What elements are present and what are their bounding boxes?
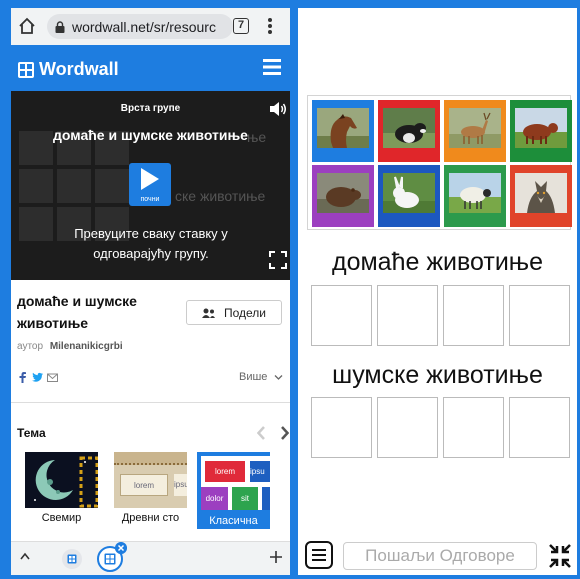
theme-card-classic[interactable]: lorem ipsu dolor sit Класична xyxy=(197,452,270,529)
cow-image xyxy=(515,108,567,148)
space-thumbnail xyxy=(25,452,98,508)
logo-mark-icon xyxy=(18,61,34,78)
drop-slot[interactable] xyxy=(311,397,372,458)
activity-player: ње ске животиње Врста групе домаће и шум… xyxy=(11,91,290,280)
theme-card-label: Древни сто xyxy=(121,512,180,524)
group-heading-domestic: домаће животиње xyxy=(331,248,543,276)
submit-answers-button[interactable]: Пошаљи Одговоре xyxy=(343,542,537,570)
theme-heading: Тема xyxy=(17,426,46,440)
game-footer: Пошаљи Одговоре xyxy=(298,536,577,575)
ancient-thumbnail: lorem ipsu xyxy=(114,452,187,508)
drop-slot[interactable] xyxy=(443,285,504,346)
hamburger-menu-icon[interactable] xyxy=(263,59,281,75)
animal-tile-dog[interactable] xyxy=(378,100,440,162)
exit-fullscreen-icon[interactable] xyxy=(546,542,574,570)
animal-tile-wolf[interactable] xyxy=(510,165,572,227)
activity-info: домаће и шумске животиње Подели аутор Mi… xyxy=(11,280,290,406)
fullscreen-icon[interactable] xyxy=(269,251,287,269)
address-bar[interactable]: wordwall.net/sr/resourc xyxy=(47,14,233,39)
drop-slot[interactable] xyxy=(509,397,570,458)
divider xyxy=(11,402,290,403)
twitter-icon[interactable] xyxy=(32,372,43,383)
game-screen: домаће животиње шумске животиње Пошаљи О… xyxy=(298,8,577,575)
drop-slot[interactable] xyxy=(377,285,438,346)
chevron-right-icon[interactable] xyxy=(281,426,289,440)
tab-count-button[interactable]: 7 xyxy=(233,18,249,34)
player-title: домаће и шумске животиње xyxy=(53,127,248,143)
group-heading-forest: шумске животиње xyxy=(332,361,543,389)
wolf-image xyxy=(515,173,567,213)
author-name[interactable]: Milenanikicgrbi xyxy=(50,341,123,352)
theme-card-label: Класична xyxy=(209,515,258,527)
caret-up-icon[interactable] xyxy=(20,552,30,560)
card-text: ipsu xyxy=(250,461,270,482)
start-button[interactable]: почни xyxy=(129,163,171,206)
play-icon xyxy=(141,168,159,190)
drop-slot[interactable] xyxy=(311,285,372,346)
more-dropdown[interactable]: Више xyxy=(239,371,283,383)
author-prefix: аутор xyxy=(17,341,44,352)
plus-icon[interactable] xyxy=(269,550,283,564)
share-users-icon xyxy=(201,308,215,318)
email-icon[interactable] xyxy=(47,372,58,383)
card-text: lorem xyxy=(120,474,168,496)
animal-tile-bear[interactable] xyxy=(312,165,374,227)
drop-slot[interactable] xyxy=(377,397,438,458)
rabbit-image xyxy=(383,173,435,213)
theme-card-ancient[interactable]: lorem ipsu Древни сто xyxy=(114,452,187,529)
deer-image xyxy=(449,108,501,148)
kebab-menu-icon[interactable] xyxy=(267,16,273,36)
card-text: ipsu xyxy=(174,474,187,496)
horse-image xyxy=(317,108,369,148)
start-label: почни xyxy=(140,196,160,203)
chevron-down-icon xyxy=(274,374,282,380)
card-text: sit xyxy=(232,487,258,510)
browser-toolbar: wordwall.net/sr/resourc 7 xyxy=(11,8,290,45)
site-header: Wordwall xyxy=(11,45,290,91)
bear-image xyxy=(317,173,369,213)
chevron-left-icon[interactable] xyxy=(257,426,265,440)
card-text: lorem xyxy=(205,461,245,482)
card-text: dolor xyxy=(201,487,228,510)
activity-title: домаће и шумске животиње xyxy=(17,293,137,331)
browser-window: wordwall.net/sr/resourc 7 Wordwall ње ск… xyxy=(11,8,290,575)
template-type-label: Врста групе xyxy=(120,103,181,114)
wordwall-logo[interactable]: Wordwall xyxy=(18,59,119,80)
sheep-image xyxy=(449,173,501,213)
animal-tile-rabbit[interactable] xyxy=(378,165,440,227)
url-text: wordwall.net/sr/resourc xyxy=(72,18,216,35)
theme-section: Тема Свемир lorem ipsu Древни сто lorem … xyxy=(11,406,290,541)
speaker-icon[interactable] xyxy=(269,101,287,117)
hamburger-icon xyxy=(312,549,326,561)
theme-card-space[interactable]: Свемир xyxy=(25,452,98,529)
drop-slot[interactable] xyxy=(509,285,570,346)
drop-slot[interactable] xyxy=(443,397,504,458)
share-button[interactable]: Подели xyxy=(186,300,282,325)
ghost-text: ске животиње xyxy=(175,188,266,204)
instruction-text: Превуците сваку ставку у одговарајућу гр… xyxy=(74,226,228,261)
logo-text: Wordwall xyxy=(39,59,119,79)
item-tray xyxy=(307,95,572,230)
animal-tile-cow[interactable] xyxy=(510,100,572,162)
menu-icon[interactable] xyxy=(305,541,333,569)
classic-thumbnail: lorem ipsu dolor sit xyxy=(201,456,270,510)
wordwall-small-icon xyxy=(67,554,77,564)
home-icon[interactable] xyxy=(17,16,37,36)
animal-tile-deer[interactable] xyxy=(444,100,506,162)
more-label: Више xyxy=(239,371,268,383)
facebook-icon[interactable] xyxy=(17,372,28,383)
dog-image xyxy=(383,108,435,148)
lock-icon xyxy=(55,20,65,33)
close-icon[interactable] xyxy=(115,542,127,554)
animal-tile-horse[interactable] xyxy=(312,100,374,162)
theme-card-label: Свемир xyxy=(41,512,82,524)
share-label: Подели xyxy=(223,305,267,320)
tab-thumbnail-icon[interactable] xyxy=(62,549,82,569)
browser-bottom-bar xyxy=(11,541,290,575)
social-links xyxy=(17,372,58,383)
author-line: аутор Milenanikicgrbi xyxy=(17,341,123,352)
animal-tile-sheep[interactable] xyxy=(444,165,506,227)
